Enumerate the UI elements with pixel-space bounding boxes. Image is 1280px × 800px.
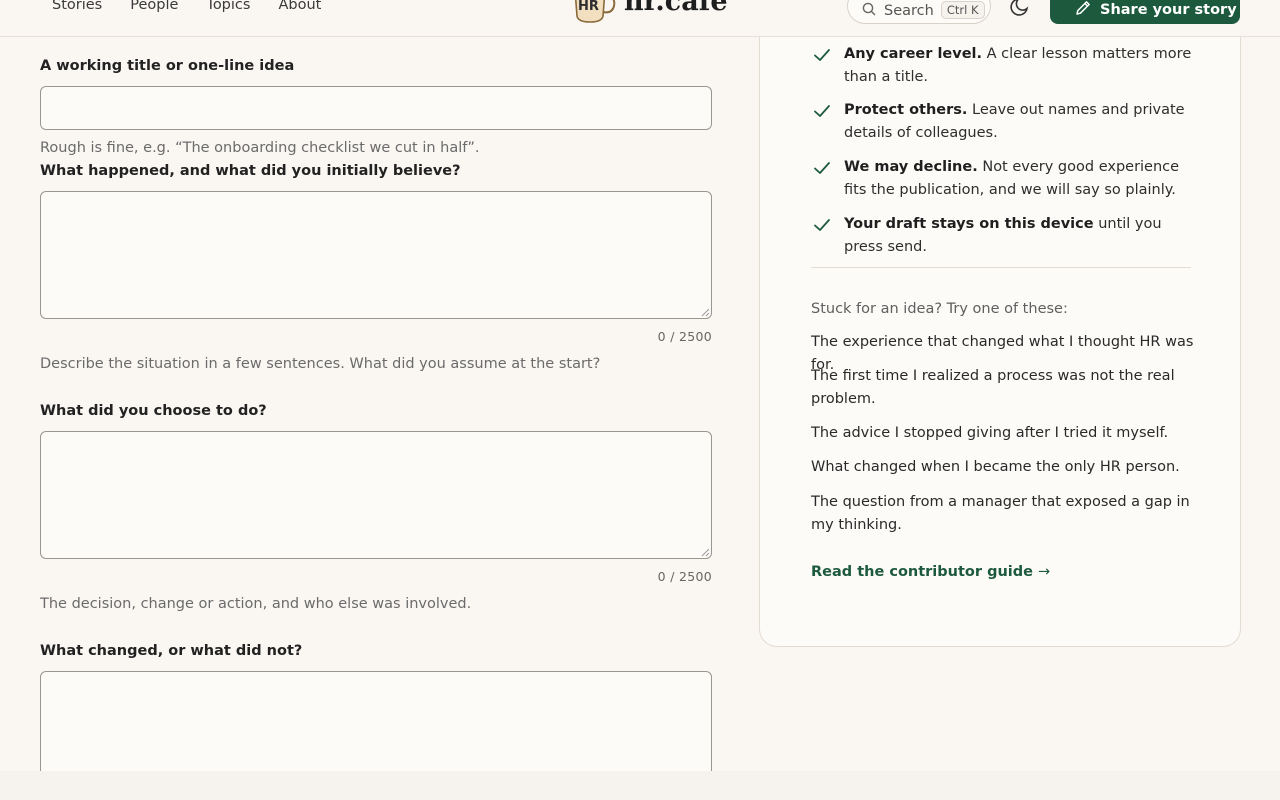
nav-stories[interactable]: Stories: [52, 0, 102, 15]
logo-badge-text: HR: [578, 0, 599, 14]
resize-handle-icon[interactable]: [701, 548, 710, 557]
what-changed-label: What changed, or what did not?: [40, 643, 303, 659]
what-did-you-do-counter: 0 / 2500: [657, 569, 712, 584]
check-icon: [814, 162, 830, 174]
nav-about[interactable]: About: [278, 0, 321, 15]
search-icon: [862, 1, 876, 20]
nav-topics[interactable]: Topics: [206, 0, 250, 15]
guidelines-panel: Any career level. A clear lesson matters…: [759, 0, 1241, 647]
coffee-mug-icon: HR: [572, 0, 616, 23]
guideline-item: Your draft stays on this device until yo…: [812, 213, 1202, 258]
what-happened-counter: 0 / 2500: [657, 329, 712, 344]
check-icon: [814, 49, 830, 61]
title-input[interactable]: [40, 86, 712, 130]
what-did-you-do-label: What did you choose to do?: [40, 403, 267, 419]
bottom-edge: [0, 771, 1280, 800]
guideline-item: Any career level. A clear lesson matters…: [812, 43, 1202, 88]
idea-prompt[interactable]: The question from a manager that exposed…: [811, 491, 1201, 536]
guideline-item: We may decline. Not every good experienc…: [812, 156, 1202, 201]
nav-people[interactable]: People: [130, 0, 178, 15]
check-icon: [814, 219, 830, 231]
main-nav: Stories People Topics About: [52, 0, 349, 15]
search-shortcut-badge: Ctrl K: [940, 1, 985, 19]
title-field-hint: Rough is fine, e.g. “The onboarding chec…: [40, 140, 480, 156]
site-logo[interactable]: HR hr.cafe: [572, 0, 728, 23]
share-button-label: Share your story: [1100, 2, 1237, 18]
contributor-guide-link[interactable]: Read the contributor guide →: [811, 564, 1050, 580]
guideline-text: Any career level. A clear lesson matters…: [844, 46, 1192, 85]
arrow-right-icon: →: [1038, 564, 1051, 580]
idea-prompt[interactable]: The first time I realized a process was …: [811, 365, 1201, 410]
idea-prompt[interactable]: What changed when I became the only HR p…: [811, 456, 1201, 479]
title-field-label: A working title or one-line idea: [40, 58, 295, 74]
what-happened-textarea[interactable]: [40, 191, 712, 319]
idea-prompt[interactable]: The advice I stopped giving after I trie…: [811, 422, 1201, 445]
what-happened-label: What happened, and what did you initiall…: [40, 163, 461, 179]
what-happened-hint: Describe the situation in a few sentence…: [40, 356, 601, 372]
check-icon: [814, 105, 830, 117]
share-your-story-button[interactable]: Share your story: [1050, 0, 1240, 24]
logo-wordmark: hr.cafe: [624, 0, 728, 17]
guideline-item: Protect others. Leave out names and priv…: [812, 99, 1202, 144]
guideline-text: We may decline. Not every good experienc…: [844, 159, 1180, 198]
guideline-text: Protect others. Leave out names and priv…: [844, 102, 1185, 141]
what-did-you-do-hint: The decision, change or action, and who …: [40, 596, 472, 612]
search-label: Search: [884, 2, 934, 19]
resize-handle-icon[interactable]: [701, 308, 710, 317]
pencil-icon: [1074, 0, 1092, 21]
top-navigation-bar: Stories People Topics About HR hr.cafe S…: [0, 0, 1280, 37]
guideline-text: Your draft stays on this device until yo…: [844, 216, 1162, 255]
moon-icon[interactable]: [1008, 0, 1032, 18]
panel-divider: [811, 267, 1191, 268]
search-button[interactable]: Search Ctrl K: [847, 0, 991, 24]
what-did-you-do-textarea[interactable]: [40, 431, 712, 559]
ideas-heading: Stuck for an idea? Try one of these:: [811, 301, 1068, 317]
